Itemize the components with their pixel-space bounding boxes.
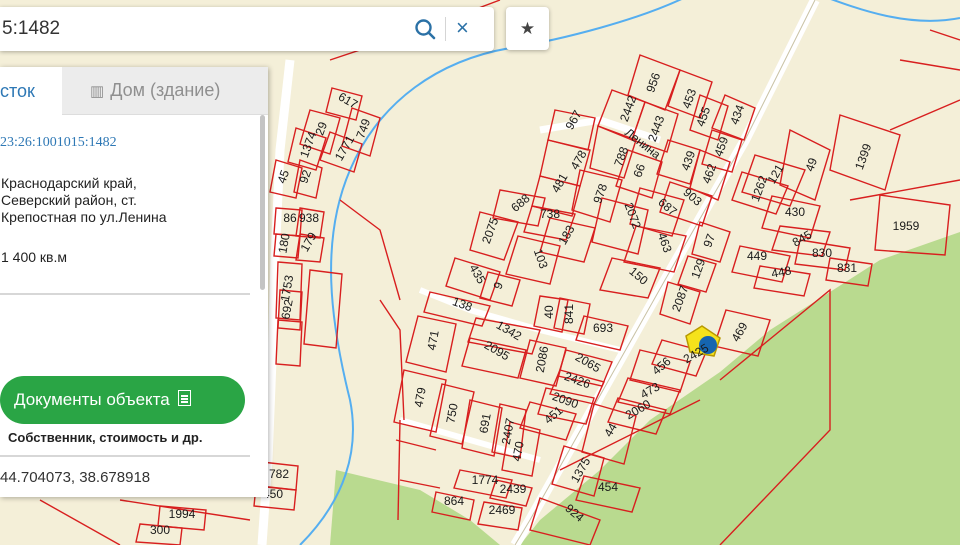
parcel-number-label: 693 bbox=[593, 321, 613, 335]
divider bbox=[0, 455, 250, 457]
address: Краснодарский край, Северский район, ст.… bbox=[1, 175, 201, 226]
parcel-number-label: 738 bbox=[540, 207, 560, 221]
parcel-number-label: 782 bbox=[269, 467, 289, 481]
parcel-number-label: 454 bbox=[598, 480, 618, 494]
search-bar: 5:1482 × bbox=[0, 7, 494, 51]
parcel-number-label: 841 bbox=[562, 304, 576, 324]
coordinates: 44.704073, 38.678918 bbox=[0, 469, 151, 486]
address-line: Крепостная по ул.Ленина bbox=[1, 209, 167, 225]
tab-building-label: Дом (здание) bbox=[110, 80, 221, 100]
address-line: Северский район, ст. bbox=[1, 192, 137, 208]
parcel-number-label: 2439 bbox=[500, 482, 527, 496]
divider bbox=[0, 293, 250, 295]
parcel-number-label: 938 bbox=[299, 211, 319, 225]
document-icon bbox=[177, 390, 191, 406]
cadastral-number-link[interactable]: 23:26:1001015:1482 bbox=[0, 135, 117, 151]
scrollbar[interactable] bbox=[260, 115, 265, 290]
tab-parcel[interactable]: сток bbox=[0, 67, 62, 115]
parcel-number-label: 1994 bbox=[169, 507, 196, 521]
parcel-number-label: 40 bbox=[542, 305, 556, 319]
search-icon[interactable] bbox=[414, 18, 436, 40]
parcel-number-label: 831 bbox=[837, 261, 857, 275]
parcel-number-label: 449 bbox=[747, 249, 767, 263]
parcel-number-label: 86 bbox=[283, 211, 297, 225]
parcel-number-label: 1959 bbox=[893, 219, 920, 233]
parcel-number-label: 864 bbox=[444, 494, 464, 508]
tab-parcel-label: сток bbox=[0, 81, 35, 101]
object-info-panel: сток ▥ Дом (здание) 23:26:1001015:1482 Кр… bbox=[0, 67, 268, 497]
documents-button[interactable]: Документы объекта bbox=[0, 376, 245, 424]
owner-info-link[interactable]: Собственник, стоимость и др. bbox=[8, 430, 202, 445]
star-icon: ★ bbox=[519, 19, 536, 38]
parcel-number-label: 830 bbox=[812, 246, 832, 260]
building-icon: ▥ bbox=[90, 83, 105, 100]
parcel-number-label: 300 bbox=[150, 523, 170, 537]
parcel-number-label: 430 bbox=[785, 205, 805, 219]
documents-button-label: Документы объекта bbox=[14, 390, 170, 409]
close-icon[interactable]: × bbox=[456, 17, 469, 39]
tab-building[interactable]: ▥ Дом (здание) bbox=[62, 67, 268, 115]
parcel-number-label: 2469 bbox=[489, 503, 516, 517]
parcel-number-label: 1774 bbox=[472, 473, 499, 487]
search-input[interactable]: 5:1482 bbox=[2, 18, 60, 40]
address-line: Краснодарский край, bbox=[1, 175, 137, 191]
favorite-button[interactable]: ★ bbox=[506, 7, 549, 50]
parcel-area: 1 400 кв.м bbox=[1, 249, 68, 265]
search-divider bbox=[445, 17, 446, 41]
